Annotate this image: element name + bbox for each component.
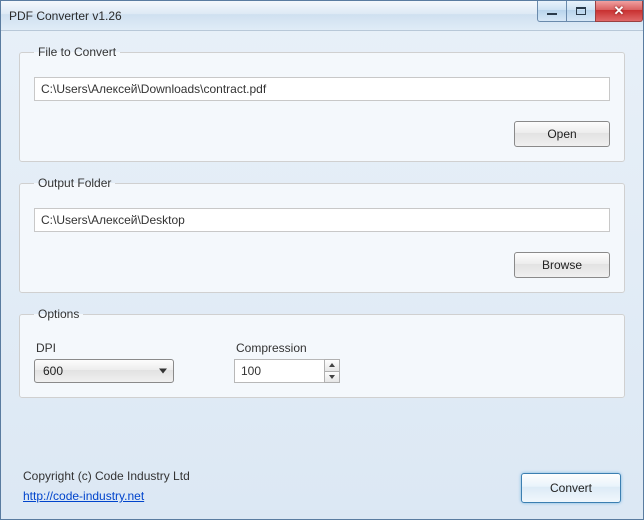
website-link[interactable]: http://code-industry.net xyxy=(23,489,190,503)
window-title: PDF Converter v1.26 xyxy=(9,9,122,23)
file-to-convert-group: File to Convert Open xyxy=(19,45,625,162)
compression-down-button[interactable] xyxy=(325,371,339,383)
dpi-value: 600 xyxy=(43,364,63,378)
output-folder-group: Output Folder Browse xyxy=(19,176,625,293)
compression-label: Compression xyxy=(234,341,340,355)
dpi-option: DPI 600 xyxy=(34,341,174,383)
compression-option: Compression xyxy=(234,341,340,383)
chevron-up-icon xyxy=(329,363,335,367)
compression-up-button[interactable] xyxy=(325,360,339,371)
app-window: PDF Converter v1.26 ✕ File to Convert Op… xyxy=(0,0,644,520)
options-group: Options DPI 600 Compression xyxy=(19,307,625,398)
footer: Copyright (c) Code Industry Ltd http://c… xyxy=(19,463,625,505)
convert-button[interactable]: Convert xyxy=(521,473,621,503)
titlebar: PDF Converter v1.26 ✕ xyxy=(1,1,643,31)
maximize-icon xyxy=(576,7,586,15)
open-button[interactable]: Open xyxy=(514,121,610,147)
close-button[interactable]: ✕ xyxy=(595,1,643,22)
minimize-icon xyxy=(547,13,557,15)
maximize-button[interactable] xyxy=(566,1,596,22)
compression-spinner xyxy=(234,359,340,383)
window-controls: ✕ xyxy=(538,1,643,22)
options-legend: Options xyxy=(34,307,83,321)
output-folder-legend: Output Folder xyxy=(34,176,115,190)
dpi-label: DPI xyxy=(34,341,174,355)
output-path-input[interactable] xyxy=(34,208,610,232)
copyright-text: Copyright (c) Code Industry Ltd xyxy=(23,469,190,483)
minimize-button[interactable] xyxy=(537,1,567,22)
browse-button[interactable]: Browse xyxy=(514,252,610,278)
file-path-input[interactable] xyxy=(34,77,610,101)
chevron-down-icon xyxy=(159,369,167,374)
file-to-convert-legend: File to Convert xyxy=(34,45,120,59)
spinner-buttons xyxy=(324,359,340,383)
compression-input[interactable] xyxy=(234,359,324,383)
client-area: File to Convert Open Output Folder Brows… xyxy=(1,31,643,519)
chevron-down-icon xyxy=(329,375,335,379)
dpi-select[interactable]: 600 xyxy=(34,359,174,383)
close-icon: ✕ xyxy=(614,3,625,19)
